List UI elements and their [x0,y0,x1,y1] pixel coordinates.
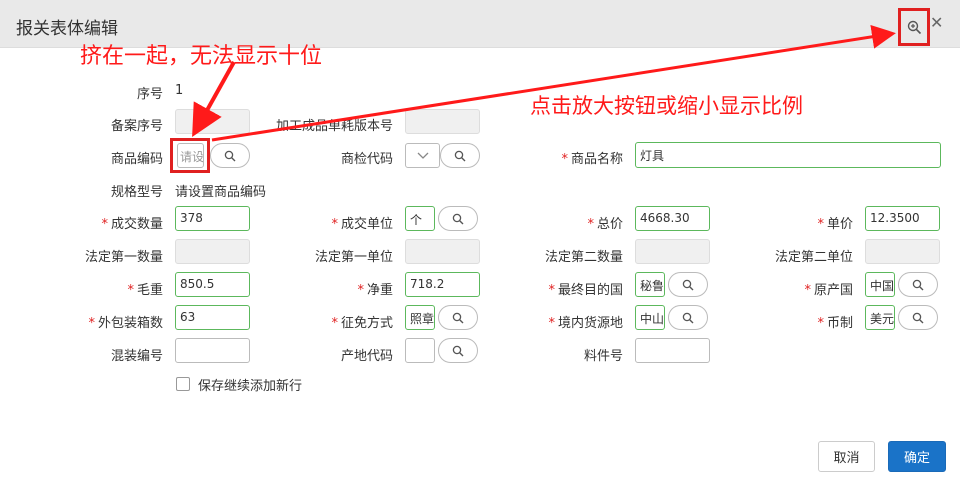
packages-label: * 外包装箱数 [88,316,163,331]
chevron-down-icon [417,152,428,159]
annotation-zoom-hint: 点击放大按钮或缩小显示比例 [530,94,803,118]
zoom-in-icon [907,20,921,34]
dest-country-input[interactable]: 秘鲁 [635,272,665,297]
exemption-input[interactable]: 照章 [405,305,435,330]
currency-label: * 币制 [817,316,853,331]
record-seq-label: 备案序号 [110,119,163,134]
search-icon [224,150,236,161]
origin-code-label: 产地代码 [340,349,393,364]
legal-qty1-label: 法定第一数量 [84,250,163,265]
keep-adding-checkbox[interactable] [176,377,190,391]
search-icon [452,312,464,323]
part-no-input[interactable] [635,338,710,363]
inspection-code-label: 商检代码 [340,152,393,167]
goods-name-label: * 商品名称 [561,152,623,167]
confirm-button[interactable]: 确定 [888,441,946,472]
net-weight-label: * 净重 [357,283,393,298]
legal-unit2-label: 法定第二单位 [774,250,853,265]
process-version-label: 加工成品单耗版本号 [275,119,393,134]
inspection-code-search-button[interactable] [440,143,480,168]
search-icon [452,213,464,224]
domestic-source-label: * 境内货源地 [548,316,623,331]
inspection-code-select[interactable] [405,143,440,168]
origin-country-input[interactable]: 中国 [865,272,895,297]
search-icon [682,279,694,290]
process-version-input[interactable] [405,109,480,134]
legal-unit2-input[interactable] [865,239,940,264]
zoom-button[interactable] [898,8,930,46]
gross-weight-input[interactable]: 850.5 [175,272,250,297]
cancel-button[interactable]: 取消 [818,441,875,472]
unit-price-input[interactable]: 12.3500 [865,206,940,231]
origin-country-label: * 原产国 [804,283,853,298]
domestic-source-search-button[interactable] [668,305,708,330]
part-no-label: 料件号 [583,349,623,364]
search-icon [454,150,466,161]
legal-unit1-label: 法定第一单位 [314,250,393,265]
goods-name-input[interactable]: 灯具 [635,142,941,168]
legal-qty1-input[interactable] [175,239,250,264]
seq-value: 1 [175,83,184,98]
origin-code-input[interactable] [405,338,435,363]
dest-country-search-button[interactable] [668,272,708,297]
domestic-source-input[interactable]: 中山 [635,305,665,330]
search-icon [682,312,694,323]
legal-unit1-input[interactable] [405,239,480,264]
currency-input[interactable]: 美元 [865,305,895,330]
keep-adding-label: 保存继续添加新行 [198,379,303,394]
deal-qty-input[interactable]: 378 [175,206,250,231]
close-icon[interactable]: ✕ [930,13,943,32]
deal-unit-label: * 成交单位 [331,217,393,232]
net-weight-input[interactable]: 718.2 [405,272,480,297]
mixed-no-label: 混装编号 [110,349,163,364]
record-seq-input[interactable] [175,109,250,134]
unit-price-label: * 单价 [817,217,853,232]
spec-model-label: 规格型号 [110,185,163,200]
seq-label: 序号 [136,87,163,102]
dest-country-label: * 最终目的国 [548,283,623,298]
search-icon [452,345,464,356]
deal-qty-label: * 成交数量 [101,217,163,232]
goods-code-search-button[interactable] [210,143,250,168]
gross-weight-label: * 毛重 [127,283,163,298]
total-price-input[interactable]: 4668.30 [635,206,710,231]
deal-unit-input[interactable]: 个 [405,206,435,231]
legal-qty2-input[interactable] [635,239,710,264]
origin-country-search-button[interactable] [898,272,938,297]
deal-unit-search-button[interactable] [438,206,478,231]
spec-model-value: 请设置商品编码 [175,185,267,200]
goods-code-input[interactable]: 请设 [177,143,204,168]
annotation-arrows [192,24,896,142]
currency-search-button[interactable] [898,305,938,330]
annotation-squeeze: 挤在一起，无法显示十位 [80,44,323,69]
total-price-label: * 总价 [587,217,623,232]
search-icon [912,312,924,323]
origin-code-search-button[interactable] [438,338,478,363]
packages-input[interactable]: 63 [175,305,250,330]
legal-qty2-label: 法定第二数量 [544,250,623,265]
search-icon [912,279,924,290]
goods-code-label: 商品编码 [110,152,163,167]
mixed-no-input[interactable] [175,338,250,363]
exemption-search-button[interactable] [438,305,478,330]
exemption-label: * 征免方式 [331,316,393,331]
dialog-title: 报关表体编辑 [16,19,118,39]
